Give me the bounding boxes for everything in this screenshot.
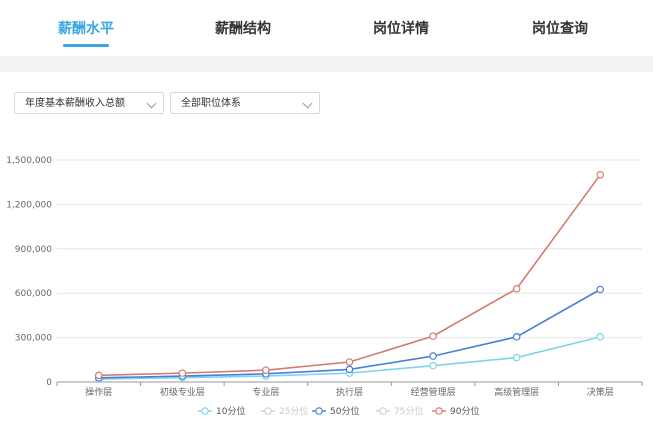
data-point-p50[interactable] — [512, 333, 521, 341]
y-tick-label: 300,000 — [15, 334, 52, 344]
series-line-p50 — [98, 288, 601, 379]
data-point-p10[interactable] — [345, 369, 354, 377]
system-select[interactable]: 全部职位体系 — [170, 92, 320, 114]
y-tick-label: 900,000 — [15, 245, 52, 255]
section-divider — [0, 56, 653, 72]
x-tick-label: 经营管理层 — [411, 386, 456, 398]
legend-item-p50[interactable]: 50分位 — [312, 405, 359, 417]
y-tick-label: 600,000 — [15, 289, 52, 299]
tab-position-details-label: 岗位详情 — [373, 21, 429, 37]
x-tick-label: 初级专业层 — [160, 386, 205, 398]
chart-series — [94, 171, 605, 383]
y-tick-label: 0 — [46, 378, 52, 388]
y-tick-label: 1,200,000 — [6, 200, 52, 210]
legend-label: 10分位 — [216, 405, 245, 417]
tab-salary-structure[interactable]: 薪酬结构 — [195, 0, 291, 56]
data-point-p50[interactable] — [262, 370, 270, 378]
data-point-p90[interactable] — [345, 358, 354, 366]
x-tick-label: 专业层 — [252, 386, 279, 398]
x-tick-label: 决策层 — [587, 386, 614, 398]
legend-label: 50分位 — [330, 405, 359, 417]
legend-label: 90分位 — [450, 405, 479, 417]
chart-legend: 10分位 25分位 50分位 75分位 90分位 — [198, 405, 479, 417]
data-point-p90[interactable] — [512, 284, 521, 293]
y-tick-label: 1,500,000 — [6, 156, 52, 166]
series-line-p10 — [98, 336, 601, 380]
legend-marker — [201, 407, 209, 415]
tab-position-query[interactable]: 岗位查询 — [512, 0, 608, 56]
y-axis: 0 300,000 600,000 900,000 1,200,000 1,500,000 — [6, 156, 52, 388]
legend-item-p10[interactable]: 10分位 — [198, 405, 245, 417]
legend-label: 25分位 — [279, 405, 308, 417]
data-point-p10[interactable] — [429, 361, 437, 370]
tab-bar: 薪酬水平 薪酬结构 岗位详情 岗位查询 — [0, 0, 653, 56]
legend-item-p25[interactable]: 25分位 — [261, 405, 308, 417]
x-tick-label: 高级管理层 — [494, 386, 539, 398]
data-point-p90[interactable] — [94, 371, 103, 380]
chart-grid — [57, 159, 642, 339]
x-axis: 操作层 初级专业层 专业层 执行层 经营管理层 高级管理层 决策层 — [56, 381, 643, 398]
data-point-p50[interactable] — [178, 372, 187, 380]
data-point-p10[interactable] — [94, 375, 103, 383]
tab-salary-structure-label: 薪酬结构 — [215, 21, 271, 37]
data-point-p90[interactable] — [596, 171, 605, 179]
data-point-p90[interactable] — [178, 369, 187, 377]
legend-label: 75分位 — [394, 405, 423, 417]
legend-marker — [315, 407, 323, 415]
chevron-down-icon — [146, 98, 157, 109]
tab-position-query-label: 岗位查询 — [532, 21, 588, 37]
data-point-p10[interactable] — [596, 333, 605, 341]
legend-marker — [379, 407, 387, 415]
data-point-p90[interactable] — [262, 366, 270, 374]
data-point-p50[interactable] — [94, 374, 103, 382]
metric-select[interactable]: 年度基本薪酬收入总额 — [14, 92, 164, 114]
tab-position-details[interactable]: 岗位详情 — [353, 0, 449, 56]
x-tick-label: 操作层 — [85, 386, 112, 398]
legend-item-p75[interactable]: 75分位 — [376, 405, 423, 417]
legend-item-p90[interactable]: 90分位 — [432, 405, 479, 417]
legend-marker — [435, 407, 443, 415]
data-point-p10[interactable] — [262, 372, 270, 380]
data-point-p50[interactable] — [345, 365, 354, 374]
data-point-p50[interactable] — [596, 285, 605, 294]
data-point-p50[interactable] — [429, 352, 437, 360]
tab-salary-level-label: 薪酬水平 — [58, 21, 114, 37]
system-select-value: 全部职位体系 — [181, 98, 241, 109]
metric-select-value: 年度基本薪酬收入总额 — [25, 98, 125, 109]
data-point-p10[interactable] — [178, 373, 187, 382]
series-line-p90 — [98, 174, 601, 377]
data-point-p10[interactable] — [512, 353, 521, 362]
legend-marker — [264, 407, 272, 415]
active-tab-underline — [63, 44, 109, 47]
chevron-down-icon — [302, 98, 313, 109]
x-tick-label: 执行层 — [336, 386, 363, 398]
data-point-p90[interactable] — [429, 332, 437, 340]
tab-salary-level[interactable]: 薪酬水平 — [38, 0, 134, 56]
